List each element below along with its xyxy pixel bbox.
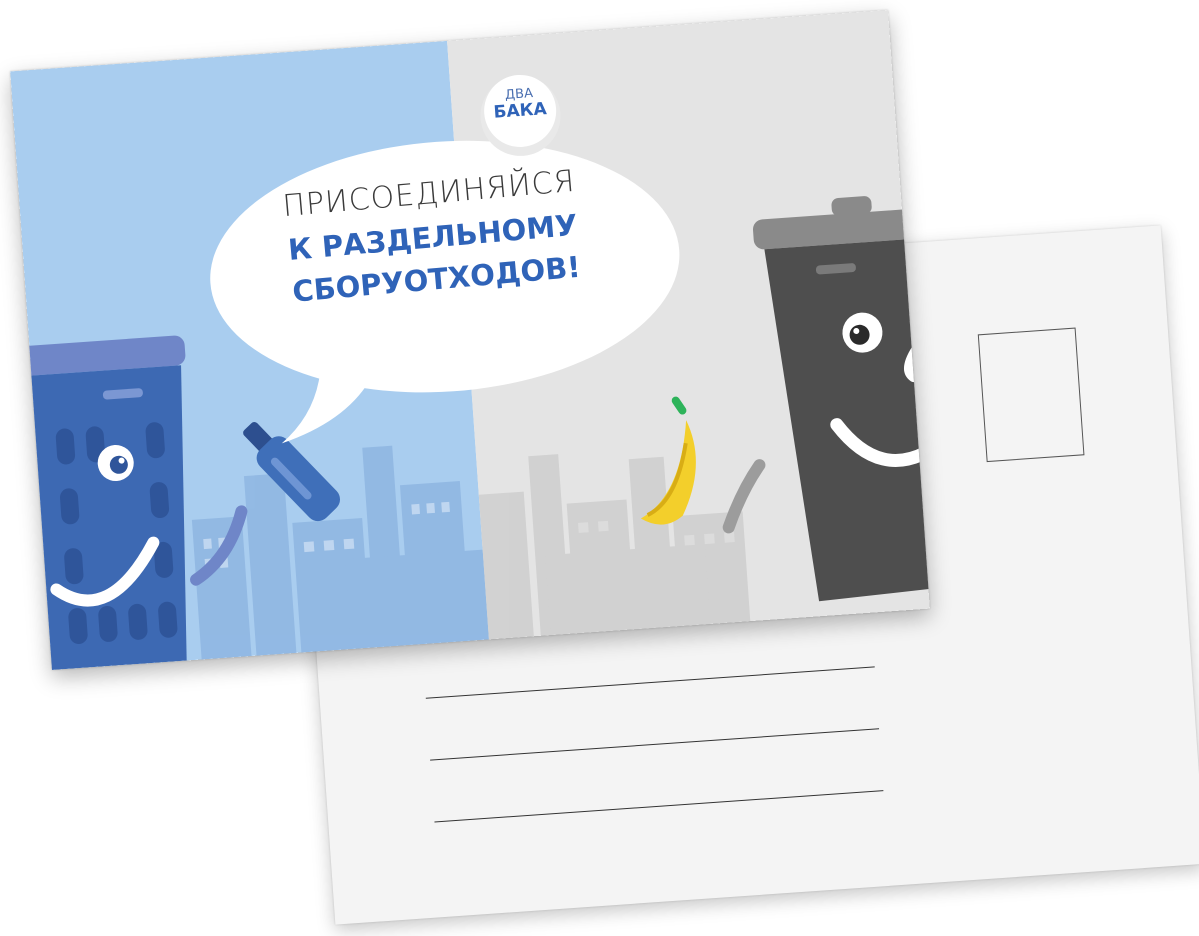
address-line-3 (434, 790, 884, 823)
stamp-box (977, 327, 1085, 463)
postcard-front: ДВА БАКА ПРИСОЕДИНЯЙСЯ К РАЗДЕЛЬНОМУ СБО… (10, 10, 930, 670)
postcard-illustration (10, 10, 930, 670)
address-line-1 (425, 666, 875, 699)
dva-baka-logo: ДВА БАКА (472, 71, 569, 149)
address-line-2 (430, 728, 880, 761)
